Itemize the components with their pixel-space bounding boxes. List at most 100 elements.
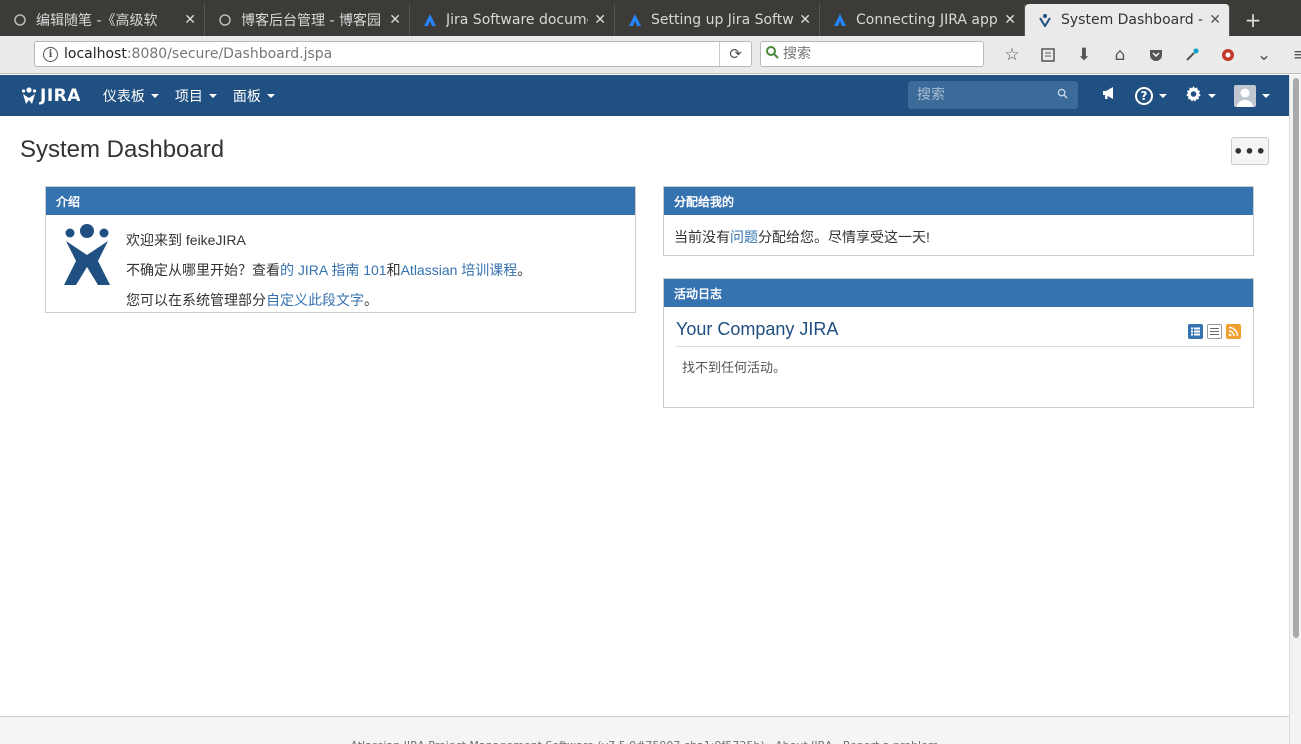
browser-tab-active[interactable]: System Dashboard - f ✕ [1025,4,1230,36]
caret-down-icon [1208,93,1216,98]
atlassian-icon [832,12,848,28]
url-text: localhost:8080/secure/Dashboard.jspa [64,46,719,62]
close-icon[interactable]: ✕ [1004,12,1016,28]
jira-icon [1037,12,1053,28]
close-icon[interactable]: ✕ [1209,12,1221,28]
browser-tab-label: Connecting JIRA appl [856,12,998,28]
feedback-button[interactable] [1092,75,1126,116]
toolbar-icons: ☆ ⬇ ⌂ ⌄ ≡ [994,44,1301,66]
caret-down-icon [1159,93,1167,98]
browser-tab-label: Setting up Jira Softw [651,12,793,28]
full-view-icon[interactable] [1188,324,1203,339]
activity-stream-gadget: 活动日志 Your Company JIRA 找不到任何活动。 [663,278,1254,408]
close-icon[interactable]: ✕ [184,12,196,28]
browser-tab[interactable]: Connecting JIRA appl ✕ [820,4,1025,36]
user-profile-button[interactable] [1225,75,1279,116]
gadget-title: 介绍 [46,187,635,215]
search-icon[interactable] [1057,88,1068,102]
atlassian-icon [627,12,643,28]
reading-list-icon[interactable] [1030,44,1066,66]
help-icon: ? [1135,86,1153,105]
header-menu: 仪表板 项目 面板 [95,75,283,116]
browser-search-input[interactable] [783,46,963,62]
home-icon[interactable]: ⌂ [1102,44,1138,66]
jira-logo-text: JIRA [40,85,81,106]
list-view-icon[interactable] [1207,324,1222,339]
browser-search-box[interactable] [760,41,984,67]
intro-guide-mid: 和 [386,262,401,278]
customize-text-link[interactable]: 自定义此段文字 [266,292,364,308]
dashboard-tools-button[interactable]: ••• [1231,137,1269,165]
quick-search[interactable] [908,81,1078,109]
menu-icon[interactable]: ≡ [1282,44,1301,66]
browser-tab-label: System Dashboard - f [1061,12,1203,28]
bookmark-star-icon[interactable]: ☆ [994,44,1030,66]
gadget-title: 分配给我的 [664,187,1253,215]
rss-icon[interactable] [1226,324,1241,339]
intro-guide-line: 不确定从哪里开始？查看的 JIRA 指南 101和Atlassian 培训课程。 [126,255,531,285]
cnblogs-icon [12,12,28,28]
megaphone-icon [1101,85,1117,106]
admin-button[interactable] [1176,75,1225,116]
close-icon[interactable]: ✕ [799,12,811,28]
browser-tab-label: 编辑随笔 -《高级软 [36,13,158,29]
pocket-icon[interactable] [1138,44,1174,66]
intro-customize-post: 。 [364,292,378,308]
intro-text: 欢迎来到 feikeJIRA 不确定从哪里开始？查看的 JIRA 指南 101和… [126,225,531,315]
intro-guide-post: 。 [517,262,532,278]
atlassian-icon [422,12,438,28]
issues-link[interactable]: 问题 [730,229,758,245]
caret-down-icon [266,93,275,98]
menu-projects[interactable]: 项目 [167,75,225,116]
avatar [1234,84,1256,107]
browser-tab-strip: 编辑随笔 -《高级软 ✕ 博客后台管理 - 博客园 ✕ Jira Softwar… [0,0,1301,36]
jira-header: JIRA 仪表板 项目 面板 ? [0,75,1289,116]
jira-101-guide-link[interactable]: 的 JIRA 指南 101 [280,262,387,278]
extension-icon[interactable] [1174,44,1210,66]
browser-tab[interactable]: 编辑随笔 -《高级软 ✕ [0,4,205,36]
intro-gadget: 介绍 欢迎来到 feikeJIRA 不确定从哪里开始？查看的 JIRA 指南 1… [45,186,636,313]
browser-tab[interactable]: Setting up Jira Softw ✕ [615,4,820,36]
browser-tab[interactable]: 博客后台管理 - 博客园 ✕ [205,4,410,36]
menu-label: 面板 [232,88,261,105]
gadget-title: 活动日志 [664,279,1253,307]
url-host: localhost [64,46,127,62]
url-path: :8080/secure/Dashboard.jspa [126,46,333,62]
assigned-text-pre: 当前没有 [674,229,730,245]
browser-tab[interactable]: Jira Software docume ✕ [410,4,615,36]
cnblogs-icon [217,12,233,28]
new-tab-button[interactable]: + [1236,4,1270,36]
chevron-down-icon[interactable]: ⌄ [1246,44,1282,66]
close-icon[interactable]: ✕ [594,12,606,28]
close-icon[interactable]: ✕ [389,12,401,28]
intro-welcome-line: 欢迎来到 feikeJIRA [126,232,246,248]
caret-down-icon [1262,93,1270,98]
caret-down-icon [208,93,217,98]
addon-icon[interactable] [1210,44,1246,66]
help-button[interactable]: ? [1126,75,1176,116]
info-icon[interactable]: i [43,46,58,62]
intro-customize-pre: 您可以在系统管理部分 [126,292,266,308]
jira-mascot-icon [62,223,112,293]
intro-guide-pre: 不确定从哪里开始？查看 [126,262,280,278]
activity-stream-title[interactable]: Your Company JIRA [676,319,838,340]
reload-icon[interactable]: ⟳ [719,42,751,66]
menu-dashboards[interactable]: 仪表板 [95,75,167,116]
assigned-to-me-gadget: 分配给我的 当前没有问题分配给您。尽情享受这一天! [663,186,1254,256]
jira-logo[interactable]: JIRA [21,86,81,106]
activity-view-options [1188,324,1241,339]
browser-tab-label: Jira Software docume [446,12,588,28]
search-engine-icon [765,45,779,63]
menu-boards[interactable]: 面板 [225,75,283,116]
browser-toolbar: i localhost:8080/secure/Dashboard.jspa ⟳… [0,36,1301,74]
download-icon[interactable]: ⬇ [1066,44,1102,66]
browser-tab-label: 博客后台管理 - 博客园 [241,13,381,29]
address-bar[interactable]: i localhost:8080/secure/Dashboard.jspa ⟳ [34,41,752,67]
caret-down-icon [150,93,159,98]
scrollbar-thumb[interactable] [1293,78,1299,638]
atlassian-training-link[interactable]: Atlassian 培训课程 [401,262,518,278]
page-scrollbar[interactable] [1289,75,1301,744]
quick-search-input[interactable] [917,87,1057,103]
header-right-tools: ? [1092,75,1279,116]
menu-label: 仪表板 [102,88,145,105]
